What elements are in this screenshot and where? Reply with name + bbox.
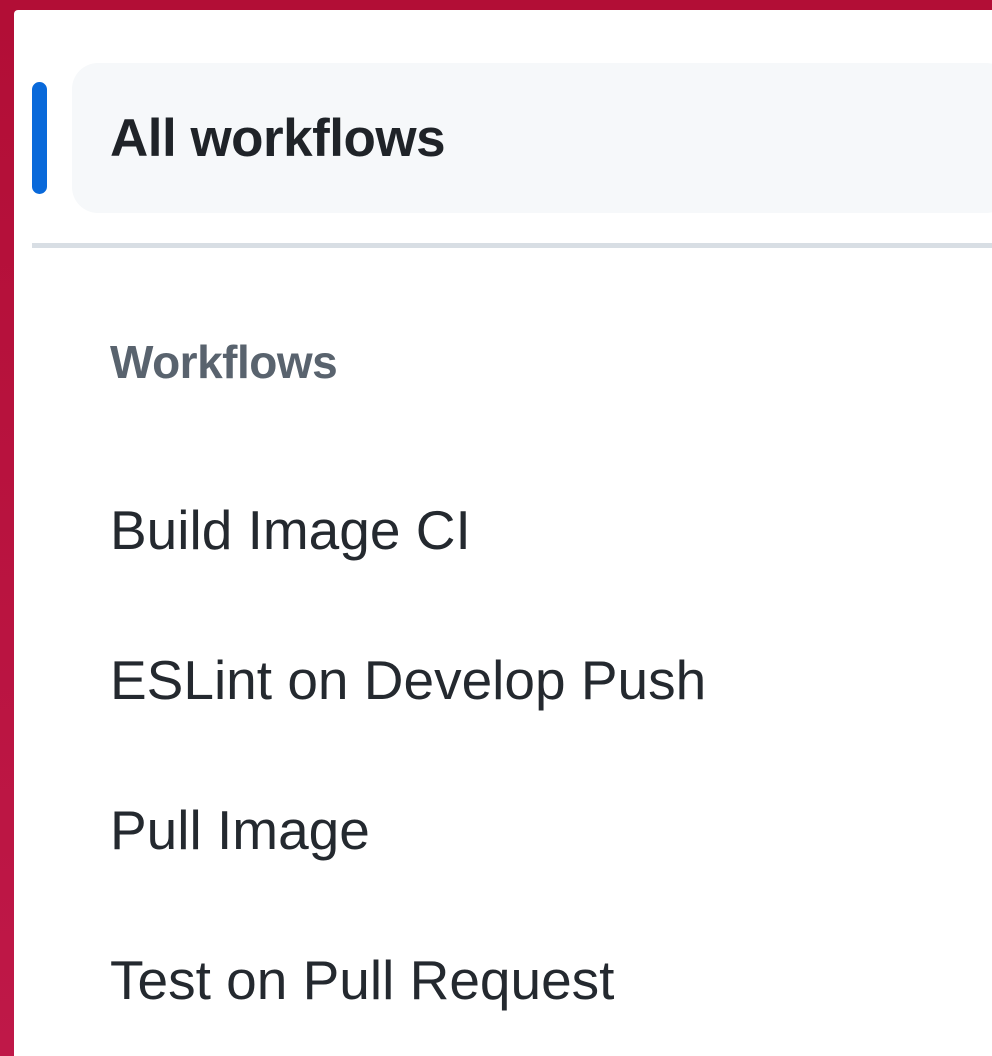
nav-item-all-workflows[interactable]: All workflows bbox=[72, 63, 992, 213]
sidebar-divider bbox=[32, 243, 992, 248]
workflow-list: Build Image CI ESLint on Develop Push Pu… bbox=[110, 455, 970, 1055]
workflow-item-eslint-on-develop-push[interactable]: ESLint on Develop Push bbox=[110, 605, 970, 755]
active-item-indicator bbox=[32, 82, 47, 194]
workflow-item-pull-image[interactable]: Pull Image bbox=[110, 755, 970, 905]
workflow-item-build-image-ci[interactable]: Build Image CI bbox=[110, 455, 970, 605]
workflow-item-test-on-pull-request[interactable]: Test on Pull Request bbox=[110, 905, 970, 1055]
workflows-section-heading: Workflows bbox=[110, 336, 338, 388]
nav-item-all-workflows-label: All workflows bbox=[110, 108, 446, 168]
